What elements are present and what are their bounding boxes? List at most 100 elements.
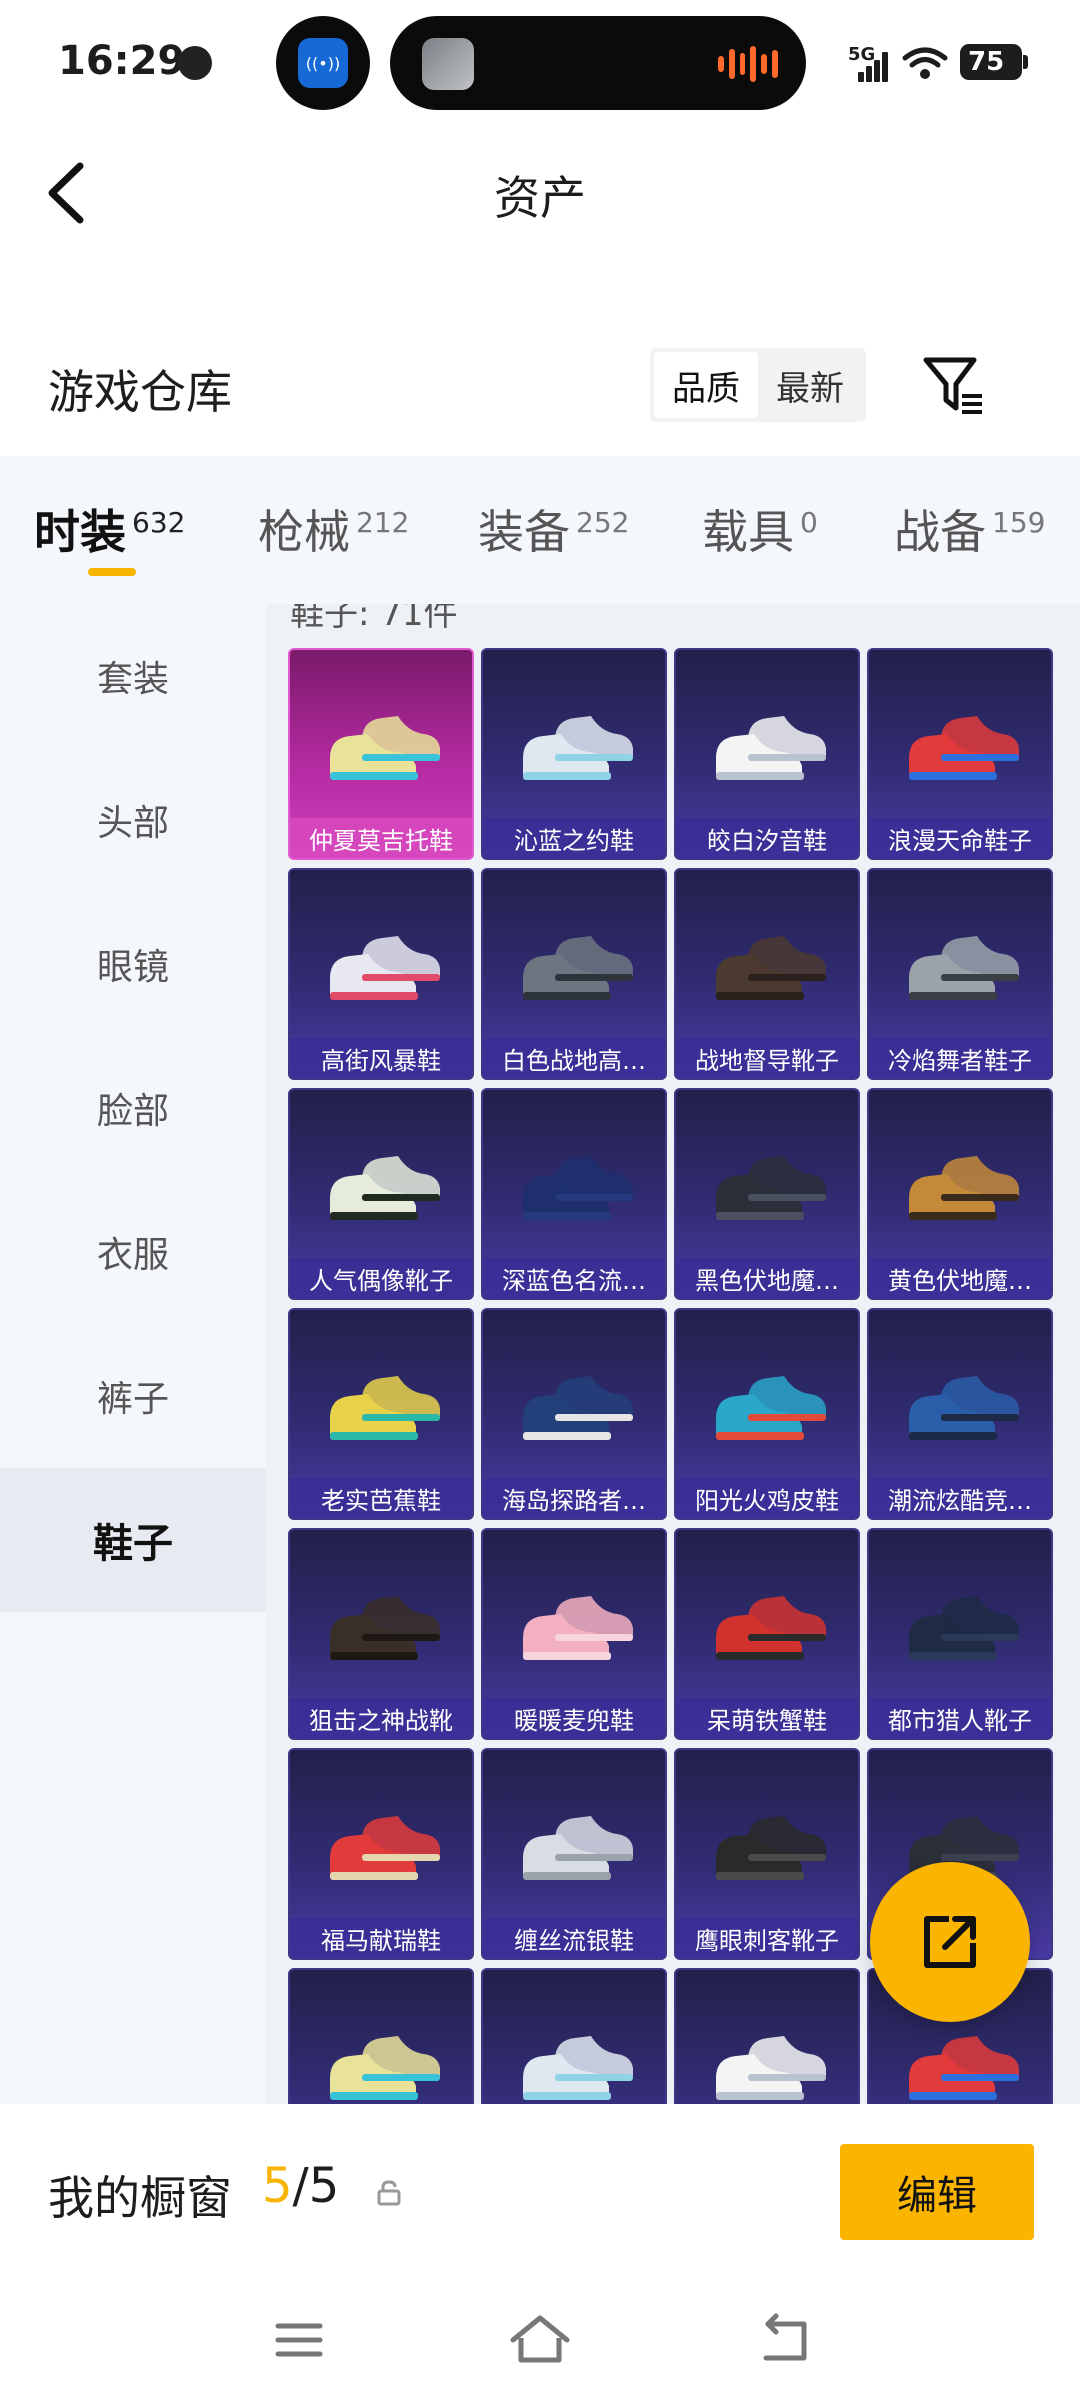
showcase-label: 我的橱窗: [48, 2171, 232, 2225]
shoe-image: [523, 1816, 633, 1880]
shoe-image: [909, 716, 1019, 780]
item-card[interactable]: 沁蓝之约鞋: [481, 648, 667, 860]
item-name: 潮流炫酷竞…: [869, 1478, 1051, 1518]
shoe-image: [330, 1376, 440, 1440]
item-name: 深蓝色名流…: [483, 1258, 665, 1298]
radio-icon: ((•)): [298, 38, 348, 88]
sort-newest[interactable]: 最新: [758, 352, 862, 418]
item-card[interactable]: 鹰眼刺客靴子: [674, 1748, 860, 1960]
tab-firearms[interactable]: 枪械 212: [258, 496, 409, 562]
item-card[interactable]: 浪漫天命鞋子: [867, 648, 1053, 860]
wifi-icon: [902, 47, 948, 79]
item-name: 阳光火鸡皮鞋: [676, 1478, 858, 1518]
return-icon[interactable]: [748, 2310, 818, 2370]
sidebar-item-pants[interactable]: 裤子: [0, 1324, 266, 1468]
signal-icon: [858, 50, 888, 82]
item-card[interactable]: 潮流炫酷竞…: [867, 1308, 1053, 1520]
sidebar-item-head[interactable]: 头部: [0, 748, 266, 892]
shoe-image: [716, 1376, 826, 1440]
sidebar-item-outfit[interactable]: 套装: [0, 604, 266, 748]
dynamic-island-radio[interactable]: ((•)): [276, 16, 370, 110]
sort-quality[interactable]: 品质: [654, 352, 758, 418]
item-card[interactable]: 深蓝色名流…: [481, 1088, 667, 1300]
item-card[interactable]: 阳光火鸡皮鞋: [674, 1308, 860, 1520]
tab-label: 载具: [702, 505, 794, 559]
globe-icon: [178, 46, 212, 80]
item-card[interactable]: 呆萌铁蟹鞋: [674, 1528, 860, 1740]
warehouse-title: 游戏仓库: [48, 365, 232, 419]
dynamic-island-media[interactable]: [390, 16, 806, 110]
system-nav-bar: [0, 2290, 1080, 2400]
tab-count: 632: [132, 506, 186, 539]
showcase-bar: 我的橱窗 5/5 编辑: [0, 2106, 1080, 2286]
item-card[interactable]: 狙击之神战靴: [288, 1528, 474, 1740]
item-name: 黑色伏地魔…: [676, 1258, 858, 1298]
shoe-image: [716, 716, 826, 780]
sort-toggle: 品质 最新: [650, 348, 866, 422]
shoe-image: [330, 936, 440, 1000]
item-card[interactable]: 高街风暴鞋: [288, 868, 474, 1080]
shoe-image: [523, 716, 633, 780]
item-card[interactable]: [481, 1968, 667, 2104]
tab-supplies[interactable]: 战备 159: [894, 496, 1045, 562]
tab-fashion[interactable]: 时装 632: [34, 496, 185, 562]
tab-label: 枪械: [258, 505, 350, 559]
shoe-image: [330, 2036, 440, 2100]
sidebar-item-clothes[interactable]: 衣服: [0, 1180, 266, 1324]
sidebar-item-glasses[interactable]: 眼镜: [0, 892, 266, 1036]
item-card[interactable]: 海岛探路者…: [481, 1308, 667, 1520]
shoe-image: [716, 1156, 826, 1220]
item-card[interactable]: [674, 1968, 860, 2104]
item-name: 缠丝流银鞋: [483, 1918, 665, 1958]
shoe-image: [523, 1156, 633, 1220]
item-name: 战地督导靴子: [676, 1038, 858, 1078]
item-name: 浪漫天命鞋子: [869, 818, 1051, 858]
tab-vehicles[interactable]: 载具 0: [702, 496, 818, 562]
item-name: 皎白汐音鞋: [676, 818, 858, 858]
filter-icon[interactable]: [920, 352, 986, 418]
category-tabs: 时装 632 枪械 212 装备 252 载具 0 战备 159: [0, 456, 1080, 604]
item-card[interactable]: 白色战地高…: [481, 868, 667, 1080]
home-icon[interactable]: [505, 2310, 575, 2370]
tab-label: 时装: [34, 505, 126, 559]
battery-indicator: 75: [960, 44, 1028, 80]
item-name: 白色战地高…: [483, 1038, 665, 1078]
edit-button[interactable]: 编辑: [840, 2144, 1034, 2240]
item-card[interactable]: 都市猎人靴子: [867, 1528, 1053, 1740]
item-card[interactable]: [288, 1968, 474, 2104]
item-name: 人气偶像靴子: [290, 1258, 472, 1298]
item-card[interactable]: 黑色伏地魔…: [674, 1088, 860, 1300]
tab-count: 0: [800, 506, 818, 539]
item-name: 福马献瑞鞋: [290, 1918, 472, 1958]
share-icon: [924, 1916, 976, 1968]
sidebar-item-face[interactable]: 脸部: [0, 1036, 266, 1180]
tab-indicator: [88, 568, 136, 576]
item-name: 暖暖麦兜鞋: [483, 1698, 665, 1738]
page-title: 资产: [494, 171, 586, 225]
item-name: 狙击之神战靴: [290, 1698, 472, 1738]
item-card[interactable]: 仲夏莫吉托鞋: [288, 648, 474, 860]
shoe-image: [330, 716, 440, 780]
item-card[interactable]: 人气偶像靴子: [288, 1088, 474, 1300]
item-name: 海岛探路者…: [483, 1478, 665, 1518]
shoe-image: [909, 1156, 1019, 1220]
menu-icon[interactable]: [264, 2310, 334, 2370]
shoe-image: [716, 936, 826, 1000]
shoe-image: [330, 1156, 440, 1220]
share-button[interactable]: [870, 1862, 1030, 2022]
item-card[interactable]: 缠丝流银鞋: [481, 1748, 667, 1960]
item-card[interactable]: 冷焰舞者鞋子: [867, 868, 1053, 1080]
shoe-image: [716, 1596, 826, 1660]
item-count-label: 鞋子: 71件: [290, 604, 458, 634]
shoe-image: [523, 936, 633, 1000]
tab-equipment[interactable]: 装备 252: [478, 496, 629, 562]
item-card[interactable]: 暖暖麦兜鞋: [481, 1528, 667, 1740]
sidebar-item-shoes[interactable]: 鞋子: [0, 1468, 266, 1612]
item-card[interactable]: 战地督导靴子: [674, 868, 860, 1080]
item-card[interactable]: 黄色伏地魔…: [867, 1088, 1053, 1300]
item-card[interactable]: 老实芭蕉鞋: [288, 1308, 474, 1520]
tab-label: 装备: [478, 505, 570, 559]
item-card[interactable]: 福马献瑞鞋: [288, 1748, 474, 1960]
status-time: 16:29: [58, 38, 186, 84]
item-card[interactable]: 皎白汐音鞋: [674, 648, 860, 860]
